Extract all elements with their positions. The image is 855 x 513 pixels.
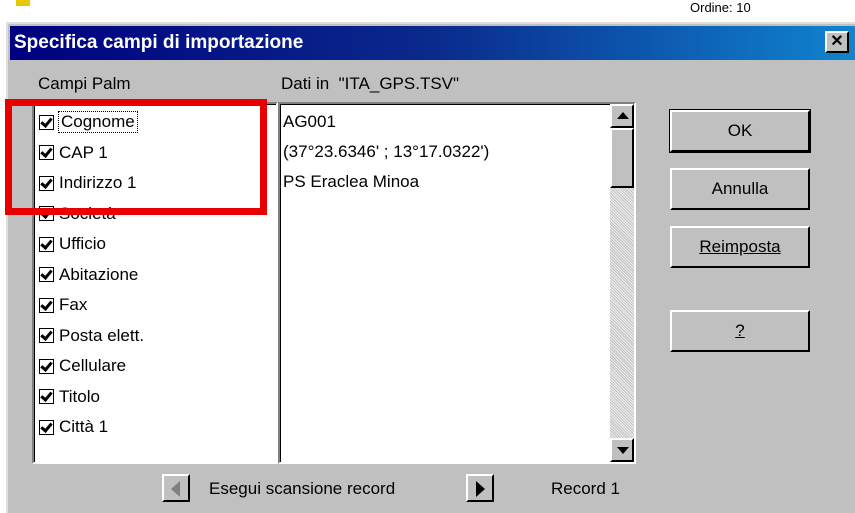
field-label: Posta elett. <box>59 325 145 345</box>
field-checkbox[interactable] <box>39 236 54 252</box>
field-row[interactable]: Cellulare <box>34 351 276 382</box>
palm-fields-label: Campi Palm <box>38 74 131 94</box>
field-checkbox[interactable] <box>39 419 54 435</box>
scan-records-label: Esegui scansione record <box>209 479 396 498</box>
field-checkbox[interactable] <box>39 358 54 374</box>
triangle-right-icon <box>476 481 485 497</box>
field-label: Abitazione <box>59 264 139 284</box>
field-label: Città 1 <box>59 417 109 437</box>
record-number-label: Record 1 <box>551 479 620 498</box>
close-button[interactable]: ✕ <box>825 31 849 53</box>
close-icon: ✕ <box>830 33 844 50</box>
scroll-thumb[interactable] <box>610 128 634 188</box>
field-row[interactable]: Fax <box>34 290 276 321</box>
field-row[interactable]: Abitazione <box>34 260 276 291</box>
field-row[interactable]: Posta elett. <box>34 321 276 352</box>
prev-record-button[interactable] <box>162 474 190 502</box>
data-row[interactable]: (37°23.6346' ; 13°17.0322') <box>280 137 610 167</box>
field-checkbox[interactable] <box>39 389 54 405</box>
field-row[interactable]: Città 1 <box>34 412 276 443</box>
next-record-button[interactable] <box>466 474 494 502</box>
scroll-down-button[interactable] <box>610 438 634 462</box>
dialog-titlebar[interactable]: Specifica campi di importazione ✕ <box>10 26 855 60</box>
help-button[interactable]: ? <box>670 310 810 352</box>
field-label: Ufficio <box>59 234 106 254</box>
field-checkbox[interactable] <box>39 328 54 344</box>
data-source-prefix: Dati in <box>281 74 330 93</box>
data-values-list[interactable]: AG001 (37°23.6346' ; 13°17.0322') PS Era… <box>278 102 636 464</box>
field-label: Cellulare <box>59 356 127 376</box>
red-highlight-box <box>5 99 267 215</box>
data-row[interactable]: PS Eraclea Minoa <box>280 167 610 197</box>
cancel-button[interactable]: Annulla <box>670 168 810 210</box>
arrow-up-icon <box>617 112 629 119</box>
data-source-label: Dati in "ITA_GPS.TSV" <box>281 74 459 94</box>
reset-button[interactable]: Reimposta <box>670 226 810 268</box>
ok-button[interactable]: OK <box>669 109 811 153</box>
data-source-filename: "ITA_GPS.TSV" <box>338 74 460 93</box>
background-toolbar-icon <box>16 0 30 6</box>
field-checkbox[interactable] <box>39 297 54 313</box>
background-sort-label: Ordine: 10 <box>690 0 751 15</box>
field-row[interactable]: Ufficio <box>34 229 276 260</box>
dialog-title: Specifica campi di importazione <box>14 32 304 53</box>
field-label: Fax <box>59 295 88 315</box>
background-window: Ordine: 10 <box>0 0 855 24</box>
scroll-up-button[interactable] <box>610 104 634 128</box>
field-label: Titolo <box>59 386 100 406</box>
import-fields-dialog: Specifica campi di importazione ✕ Campi … <box>6 22 855 513</box>
data-row[interactable]: AG001 <box>280 107 610 137</box>
data-list-scrollbar[interactable] <box>610 104 634 462</box>
help-button-label: ? <box>735 321 745 340</box>
triangle-left-icon <box>171 481 180 497</box>
field-checkbox[interactable] <box>39 267 54 283</box>
palm-fields-label-text: Campi Palm <box>38 74 131 93</box>
reset-button-label: Reimposta <box>699 237 781 256</box>
arrow-down-icon <box>617 447 629 454</box>
field-row[interactable]: Titolo <box>34 382 276 413</box>
